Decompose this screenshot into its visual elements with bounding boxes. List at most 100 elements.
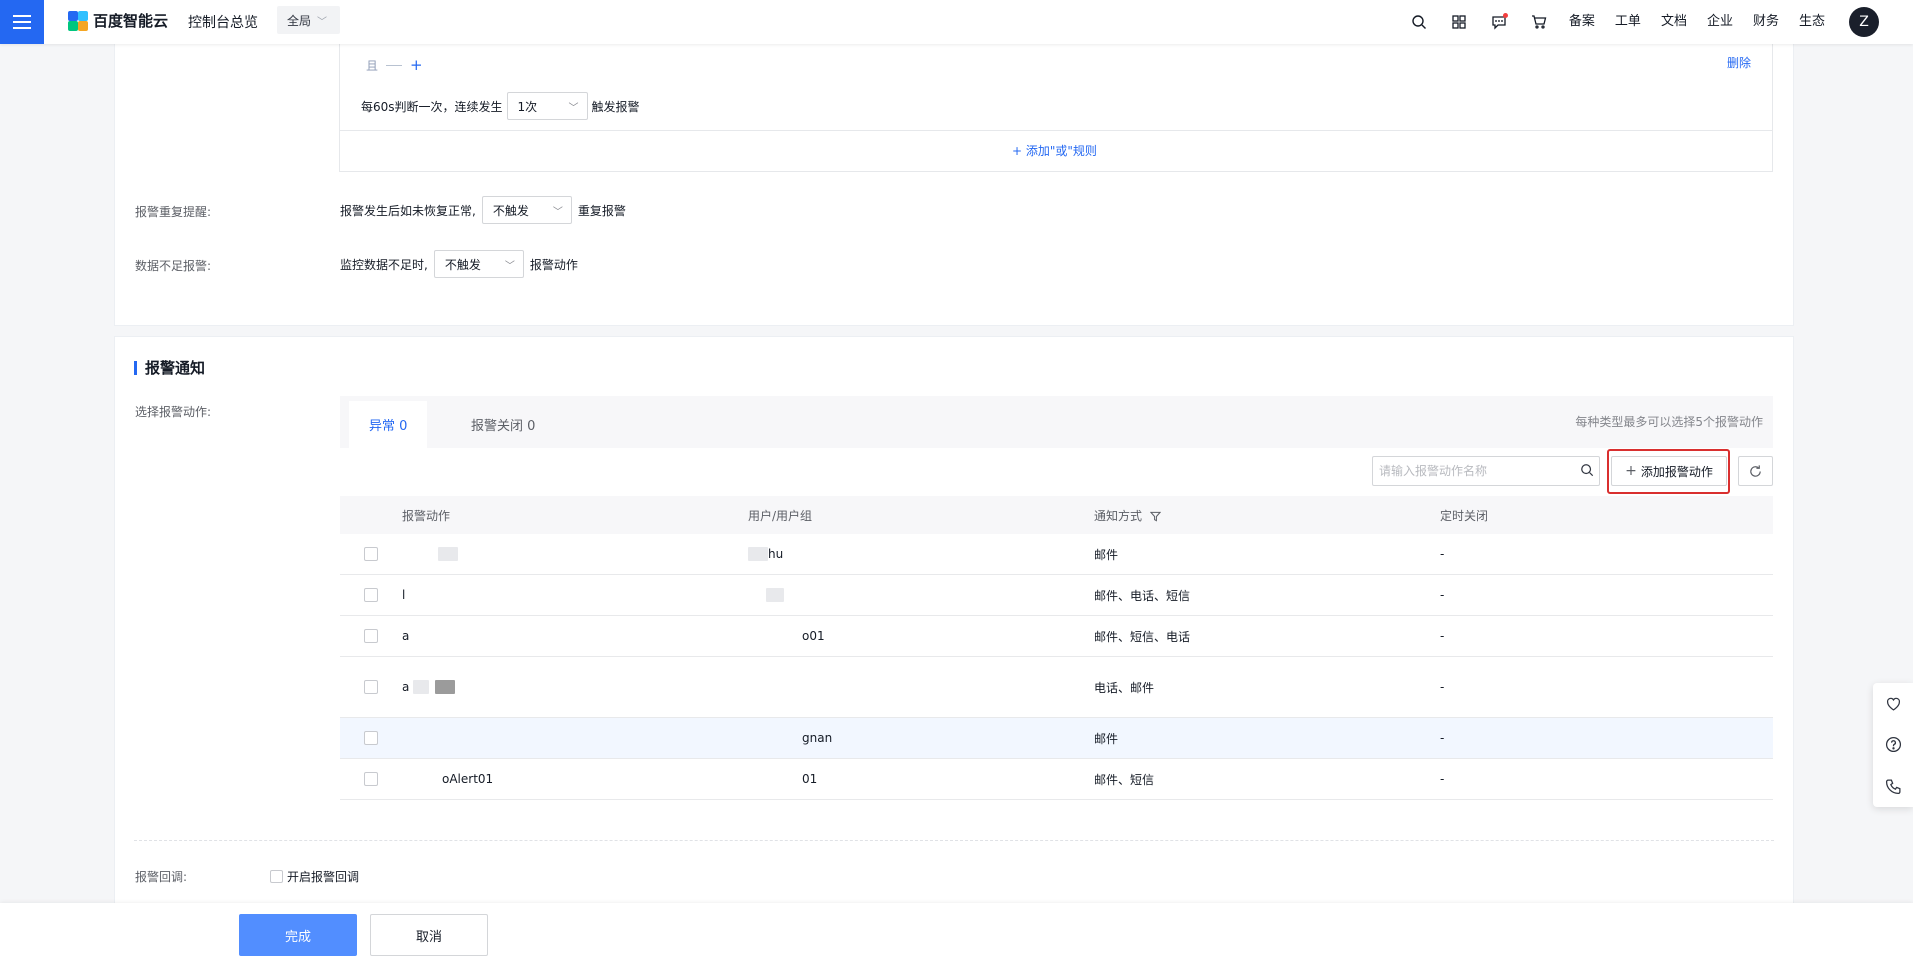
col-method-label: 通知方式 bbox=[1094, 508, 1143, 523]
user-name: 01 bbox=[802, 772, 818, 786]
message-icon[interactable] bbox=[1479, 0, 1519, 44]
repeat-prefix: 报警发生后如未恢复正常, bbox=[340, 203, 476, 218]
callback-toggle[interactable]: 开启报警回调 bbox=[270, 868, 359, 885]
search-icon[interactable] bbox=[1399, 0, 1439, 44]
delete-rule-link[interactable]: 删除 bbox=[1727, 54, 1751, 71]
tab-alarm-closed[interactable]: 报警关闭 0 bbox=[451, 401, 555, 448]
brand-logo[interactable]: 百度智能云 bbox=[68, 10, 168, 31]
table-row[interactable]: l 邮件、电话、短信 - bbox=[340, 575, 1773, 616]
masked-text bbox=[766, 588, 784, 603]
timed-close: - bbox=[1440, 547, 1445, 561]
action-search-input[interactable] bbox=[1372, 456, 1600, 486]
row-checkbox[interactable] bbox=[364, 629, 378, 643]
console-overview-link[interactable]: 控制台总览 bbox=[188, 12, 258, 32]
insufficient-data-label: 数据不足报警: bbox=[135, 259, 212, 273]
brand-name: 百度智能云 bbox=[93, 12, 169, 30]
table-row[interactable]: a 电话、邮件 - bbox=[340, 657, 1773, 718]
callback-label: 报警回调: bbox=[135, 870, 188, 884]
user-name: hu bbox=[768, 546, 784, 561]
rule-and-connector: 且 + bbox=[366, 56, 423, 74]
col-action: 报警动作 bbox=[402, 508, 451, 523]
and-label: 且 bbox=[366, 58, 379, 73]
chevron-down-icon: ﹀ bbox=[504, 260, 515, 272]
table-row[interactable]: hu 邮件 - bbox=[340, 534, 1773, 575]
repeat-suffix: 重复报警 bbox=[577, 203, 626, 218]
timed-close: - bbox=[1440, 731, 1445, 745]
freq-value: 1次 bbox=[517, 99, 538, 114]
action-name: oAlert01 bbox=[442, 772, 494, 786]
phone-icon[interactable] bbox=[1885, 778, 1902, 795]
notify-method: 电话、邮件 bbox=[1094, 680, 1155, 695]
cancel-button[interactable]: 取消 bbox=[370, 914, 488, 956]
timed-close: - bbox=[1440, 680, 1445, 694]
row-checkbox[interactable] bbox=[364, 680, 378, 694]
table-row[interactable]: a o01 邮件、短信、电话 - bbox=[340, 616, 1773, 657]
repeat-alarm-label: 报警重复提醒: bbox=[135, 205, 212, 219]
divider bbox=[134, 840, 1774, 841]
table-row[interactable]: oAlert01 01 邮件、短信 - bbox=[340, 759, 1773, 800]
nav-link-ecosystem[interactable]: 生态 bbox=[1789, 0, 1835, 44]
insufficient-suffix: 报警动作 bbox=[529, 257, 578, 272]
top-right-toolbar: 备案 工单 文档 企业 财务 生态 Z bbox=[1399, 0, 1913, 44]
add-alarm-action-label: 添加报警动作 bbox=[1640, 464, 1713, 479]
freq-prefix: 每60s判断一次，连续发生 bbox=[361, 99, 503, 114]
row-checkbox[interactable] bbox=[364, 547, 378, 561]
tab-note: 每种类型最多可以选择5个报警动作 bbox=[1575, 415, 1763, 429]
callback-checkbox[interactable] bbox=[270, 870, 283, 883]
repeat-select[interactable]: 不触发 ﹀ bbox=[481, 196, 572, 224]
masked-text bbox=[435, 680, 456, 695]
notify-method: 邮件、电话、短信 bbox=[1094, 588, 1191, 603]
masked-text bbox=[413, 680, 430, 695]
add-or-rule-label: 添加"或"规则 bbox=[1025, 144, 1097, 158]
scope-select[interactable]: 全局 ﹀ bbox=[277, 6, 340, 34]
action-name: a bbox=[402, 679, 410, 694]
plus-icon: + bbox=[1625, 463, 1637, 479]
chevron-down-icon: ﹀ bbox=[568, 102, 579, 114]
row-checkbox[interactable] bbox=[364, 588, 378, 602]
heart-icon[interactable] bbox=[1885, 695, 1902, 712]
masked-text bbox=[748, 547, 768, 562]
timed-close: - bbox=[1440, 588, 1445, 602]
col-method: 通知方式 bbox=[1094, 507, 1440, 524]
add-alarm-action-button[interactable]: + 添加报警动作 bbox=[1611, 456, 1727, 486]
notification-dot bbox=[1502, 13, 1508, 18]
repeat-value: 不触发 bbox=[492, 203, 529, 218]
nav-link-finance[interactable]: 财务 bbox=[1743, 0, 1789, 44]
scope-value: 全局 bbox=[287, 13, 312, 28]
col-user: 用户/用户组 bbox=[748, 508, 813, 523]
row-checkbox[interactable] bbox=[364, 772, 378, 786]
tab-abnormal[interactable]: 异常 0 bbox=[349, 401, 428, 448]
avatar[interactable]: Z bbox=[1849, 7, 1879, 37]
cart-icon[interactable] bbox=[1519, 0, 1559, 44]
user-name: gnan bbox=[802, 731, 833, 745]
nav-link-ticket[interactable]: 工单 bbox=[1605, 0, 1651, 44]
timed-close: - bbox=[1440, 772, 1445, 786]
filter-icon[interactable] bbox=[1149, 511, 1161, 522]
nav-link-enterprise[interactable]: 企业 bbox=[1697, 0, 1743, 44]
help-icon[interactable] bbox=[1885, 736, 1902, 753]
add-or-rule-link[interactable]: + 添加"或"规则 bbox=[1012, 142, 1097, 159]
apps-icon[interactable] bbox=[1439, 0, 1479, 44]
search-icon[interactable] bbox=[1580, 463, 1594, 477]
plus-icon: + bbox=[1012, 144, 1026, 158]
select-all-cell bbox=[340, 508, 402, 522]
insufficient-data-row: 监控数据不足时, 不触发 ﹀ 报警动作 bbox=[340, 250, 578, 278]
notify-method: 邮件、短信、电话 bbox=[1094, 629, 1191, 644]
table-row[interactable]: gnan 邮件 - bbox=[340, 718, 1773, 759]
alarm-action-table: 报警动作 用户/用户组 通知方式 定时关闭 hu 邮件 - l 邮件、电话、短信… bbox=[340, 496, 1773, 800]
divider bbox=[340, 130, 1772, 131]
done-button[interactable]: 完成 bbox=[239, 914, 357, 956]
nav-link-filing[interactable]: 备案 bbox=[1559, 0, 1605, 44]
row-checkbox[interactable] bbox=[364, 731, 378, 745]
notify-method: 邮件 bbox=[1094, 731, 1119, 746]
add-condition-icon[interactable]: + bbox=[410, 56, 423, 74]
freq-select[interactable]: 1次 ﹀ bbox=[506, 92, 588, 120]
notify-method: 邮件、短信 bbox=[1094, 772, 1155, 787]
repeat-alarm-row: 报警发生后如未恢复正常, 不触发 ﹀ 重复报警 bbox=[340, 196, 626, 224]
insufficient-select[interactable]: 不触发 ﹀ bbox=[433, 250, 524, 278]
select-action-label: 选择报警动作: bbox=[135, 405, 212, 419]
nav-link-docs[interactable]: 文档 bbox=[1651, 0, 1697, 44]
callback-checkbox-label: 开启报警回调 bbox=[287, 870, 360, 884]
refresh-icon[interactable] bbox=[1738, 456, 1773, 486]
menu-icon[interactable] bbox=[0, 0, 44, 44]
